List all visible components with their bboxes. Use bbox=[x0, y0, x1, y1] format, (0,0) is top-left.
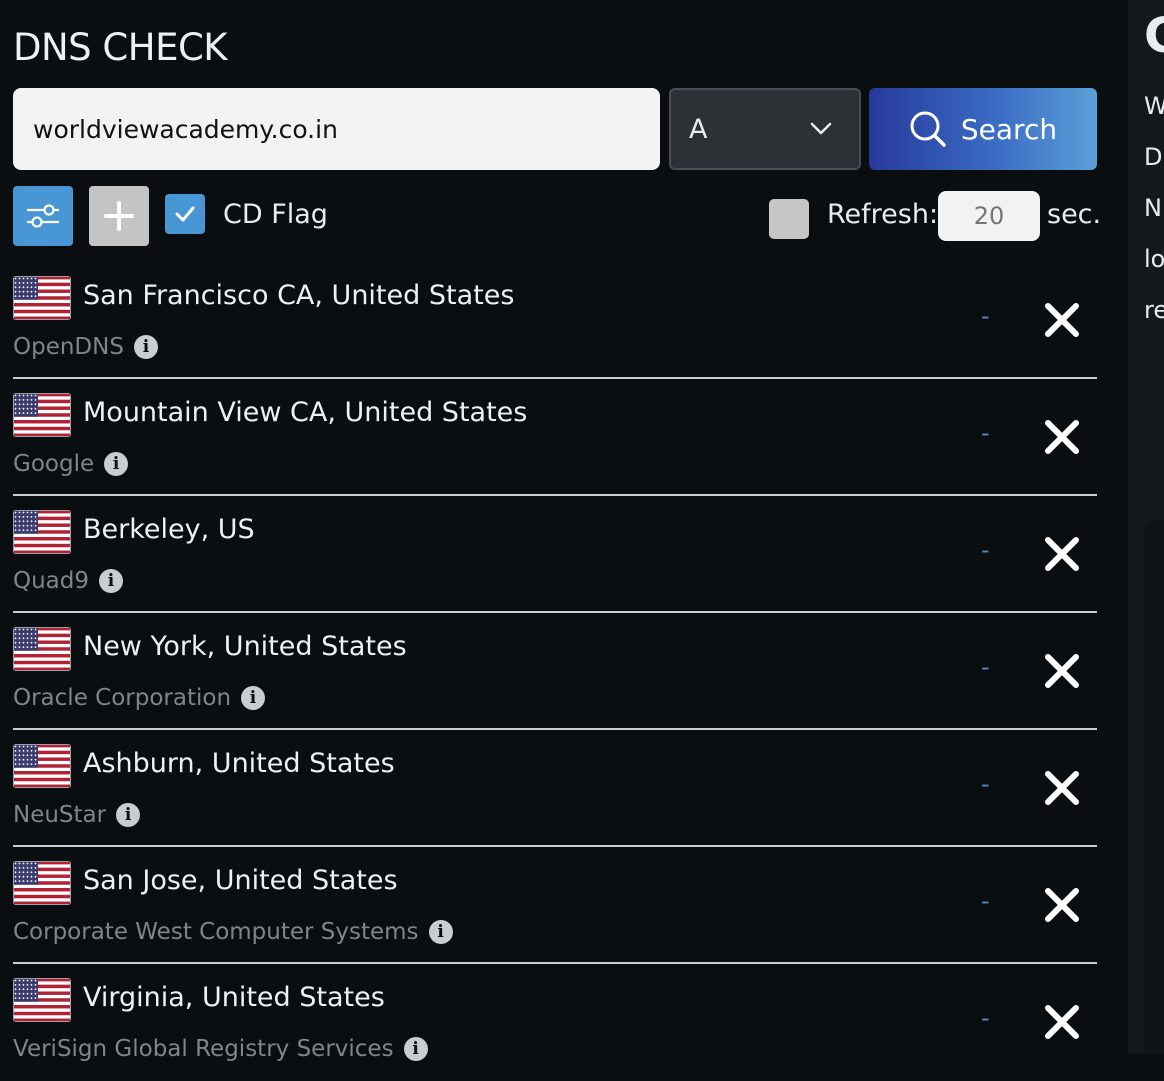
remove-server-icon[interactable] bbox=[1044, 419, 1080, 455]
us-flag-icon bbox=[13, 861, 71, 905]
remove-server-icon[interactable] bbox=[1044, 770, 1080, 806]
search-icon bbox=[910, 111, 946, 147]
us-flag-icon bbox=[13, 978, 71, 1022]
server-location: San Jose, United States bbox=[83, 865, 398, 896]
plus-icon bbox=[104, 201, 134, 231]
us-flag-icon bbox=[13, 393, 71, 437]
server-result: - bbox=[981, 770, 990, 798]
server-provider-name: OpenDNS bbox=[13, 334, 124, 360]
server-row: San Jose, United States Corporate West Co… bbox=[13, 847, 1097, 964]
server-row: Berkeley, US Quad9 i - bbox=[13, 496, 1097, 613]
server-provider-name: Google bbox=[13, 451, 95, 477]
server-location: Virginia, United States bbox=[83, 982, 385, 1013]
server-list: San Francisco CA, United States OpenDNS i -… bbox=[13, 262, 1097, 1081]
info-icon[interactable]: i bbox=[116, 803, 141, 827]
refresh-interval-input[interactable] bbox=[938, 191, 1040, 241]
side-panel-card bbox=[1144, 520, 1164, 1054]
server-location: Berkeley, US bbox=[83, 514, 255, 545]
side-panel: C W D N lo re bbox=[1128, 0, 1164, 1054]
server-location: New York, United States bbox=[83, 631, 407, 662]
info-icon[interactable]: i bbox=[104, 452, 129, 476]
side-panel-text-line: lo bbox=[1144, 245, 1164, 273]
side-panel-text-line: N bbox=[1144, 194, 1162, 222]
server-row: Ashburn, United States NeuStar i - bbox=[13, 730, 1097, 847]
server-result: - bbox=[981, 302, 990, 330]
domain-input[interactable] bbox=[13, 88, 660, 170]
server-result: - bbox=[981, 1004, 990, 1032]
server-row: Virginia, United States VeriSign Global R… bbox=[13, 964, 1097, 1081]
cd-flag-checkbox[interactable] bbox=[165, 194, 205, 234]
server-provider-name: VeriSign Global Registry Services bbox=[13, 1036, 394, 1062]
us-flag-icon bbox=[13, 510, 71, 554]
remove-server-icon[interactable] bbox=[1044, 653, 1080, 689]
server-provider: Corporate West Computer Systems i bbox=[13, 919, 453, 945]
remove-server-icon[interactable] bbox=[1044, 536, 1080, 572]
server-location: San Francisco CA, United States bbox=[83, 280, 515, 311]
sliders-icon bbox=[27, 204, 59, 228]
settings-button[interactable] bbox=[13, 186, 73, 246]
server-provider: NeuStar i bbox=[13, 802, 141, 828]
server-result: - bbox=[981, 653, 990, 681]
page-title: DNS CHECK bbox=[13, 26, 228, 69]
info-icon[interactable]: i bbox=[428, 920, 453, 944]
server-provider: OpenDNS i bbox=[13, 334, 158, 360]
info-icon[interactable]: i bbox=[133, 335, 158, 359]
main-panel: DNS CHECK A Search CD Flag bbox=[0, 0, 1128, 1062]
server-provider-name: Oracle Corporation bbox=[13, 685, 232, 711]
server-row: Mountain View CA, United States Google i - bbox=[13, 379, 1097, 496]
server-provider: Quad9 i bbox=[13, 568, 124, 594]
server-provider-name: Quad9 bbox=[13, 568, 90, 594]
us-flag-icon bbox=[13, 627, 71, 671]
checkmark-icon bbox=[175, 206, 195, 222]
server-result: - bbox=[981, 887, 990, 915]
server-provider-name: Corporate West Computer Systems bbox=[13, 919, 419, 945]
search-button[interactable]: Search bbox=[869, 88, 1097, 170]
info-icon[interactable]: i bbox=[99, 569, 124, 593]
cd-flag-label: CD Flag bbox=[223, 199, 328, 230]
side-panel-text-line: W bbox=[1144, 92, 1164, 120]
chevron-down-icon bbox=[810, 122, 832, 135]
info-icon[interactable]: i bbox=[241, 686, 266, 710]
server-provider: Google i bbox=[13, 451, 129, 477]
side-panel-text-line: re bbox=[1144, 296, 1164, 324]
add-server-button[interactable] bbox=[89, 186, 149, 246]
refresh-checkbox[interactable] bbox=[769, 199, 809, 239]
us-flag-icon bbox=[13, 276, 71, 320]
server-provider-name: NeuStar bbox=[13, 802, 107, 828]
refresh-unit-label: sec. bbox=[1047, 199, 1102, 230]
record-type-value: A bbox=[689, 114, 708, 145]
server-location: Ashburn, United States bbox=[83, 748, 395, 779]
info-icon[interactable]: i bbox=[403, 1037, 428, 1061]
side-panel-text-line: D bbox=[1144, 143, 1163, 171]
server-row: San Francisco CA, United States OpenDNS i - bbox=[13, 262, 1097, 379]
us-flag-icon bbox=[13, 744, 71, 788]
remove-server-icon[interactable] bbox=[1044, 887, 1080, 923]
server-location: Mountain View CA, United States bbox=[83, 397, 528, 428]
refresh-label: Refresh: bbox=[827, 199, 939, 230]
server-provider: VeriSign Global Registry Services i bbox=[13, 1036, 428, 1062]
remove-server-icon[interactable] bbox=[1044, 1004, 1080, 1040]
remove-server-icon[interactable] bbox=[1044, 302, 1080, 338]
search-button-label: Search bbox=[960, 112, 1058, 146]
server-result: - bbox=[981, 536, 990, 564]
server-result: - bbox=[981, 419, 990, 447]
server-row: New York, United States Oracle Corporatio… bbox=[13, 613, 1097, 730]
server-provider: Oracle Corporation i bbox=[13, 685, 266, 711]
record-type-select[interactable]: A bbox=[669, 88, 861, 170]
side-panel-title: C bbox=[1144, 8, 1164, 64]
